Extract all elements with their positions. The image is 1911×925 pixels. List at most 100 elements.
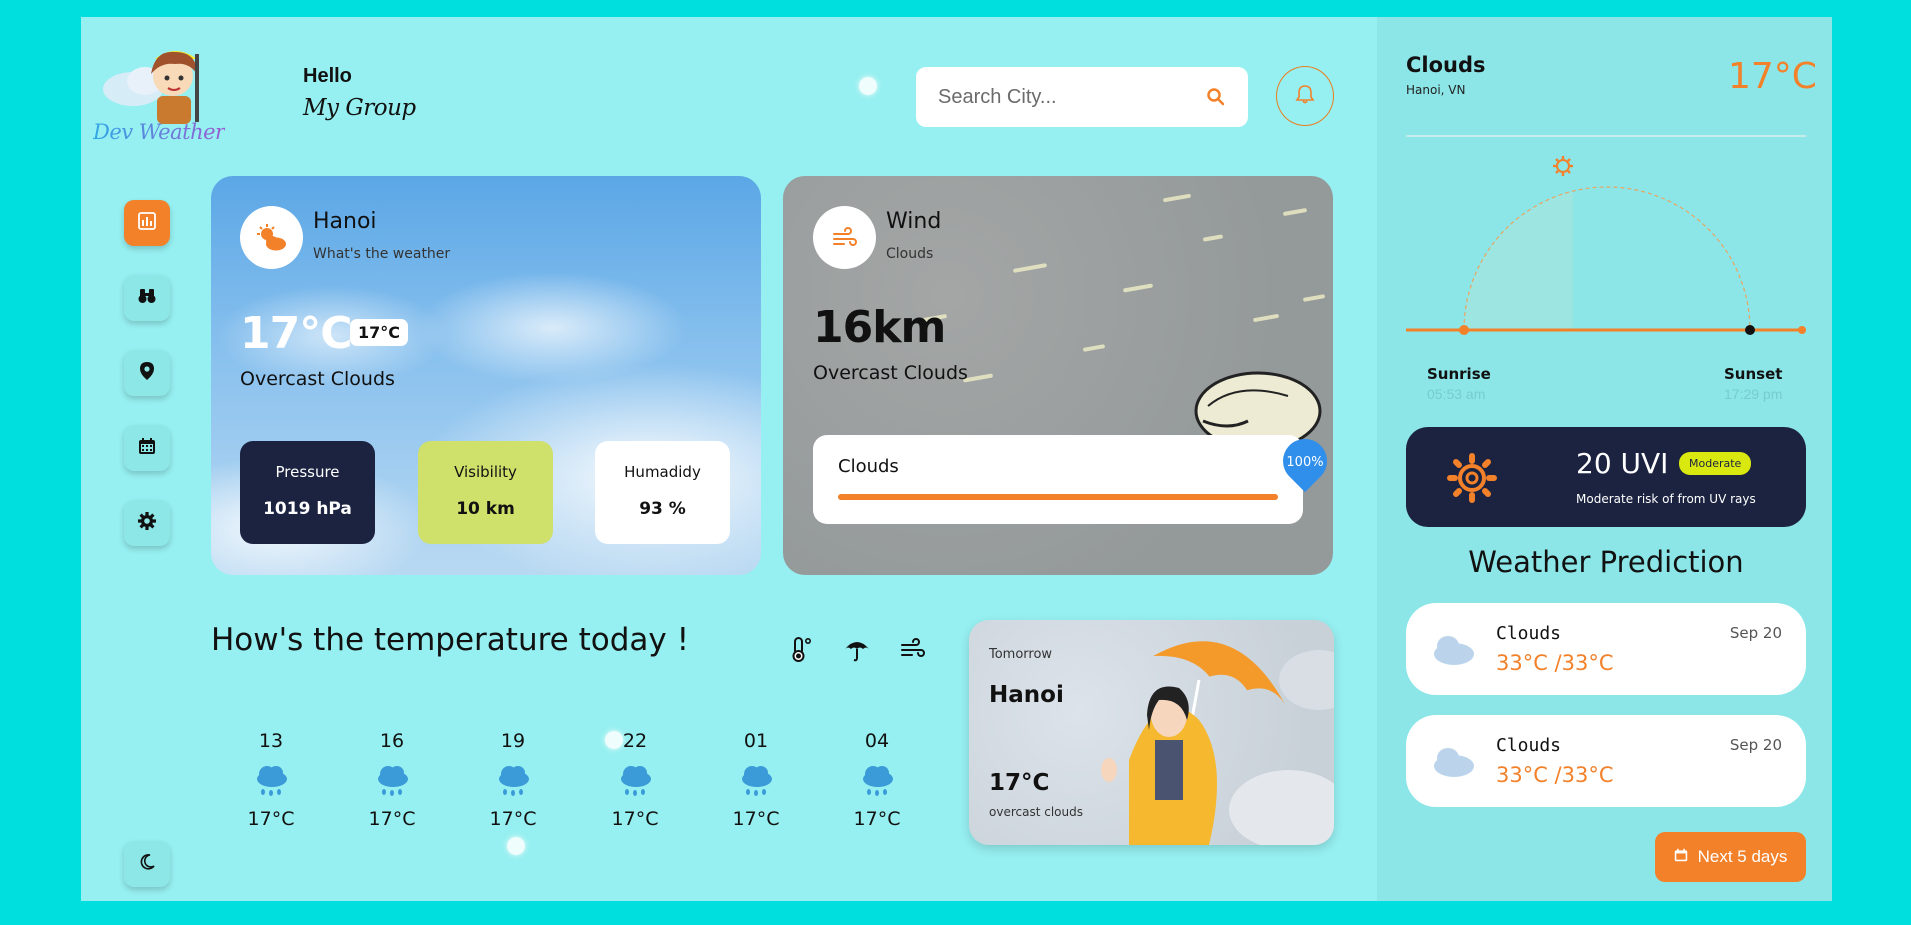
panel-location: Hanoi, VN [1406,83,1466,97]
location-pin-icon [138,361,156,385]
humidity-stat: Humadidy 93 % [595,441,730,544]
panel-condition: Clouds [1406,53,1486,77]
panel-temp: 17°C [1728,56,1817,97]
uv-description: Moderate risk of from UV rays [1576,492,1756,506]
rain-cloud-icon [493,762,533,802]
gear-icon [137,511,157,535]
sun-icon [1553,156,1573,176]
prediction-title: Weather Prediction [1468,545,1744,579]
umbrella-icon[interactable] [843,635,871,663]
thermometer-icon[interactable] [787,635,815,663]
sidebar-item-location[interactable] [124,350,170,396]
wind-speed: 16km [813,302,946,353]
wind-mode-icon[interactable] [899,635,927,663]
stat-label: Humadidy [624,463,701,481]
stat-label: Visibility [454,463,517,481]
sunset-time: 17:29 pm [1724,386,1783,402]
prediction-condition: Clouds [1496,735,1562,756]
stat-label: Pressure [275,463,340,481]
bar-chart-icon [137,211,157,235]
wind-streak [1162,193,1192,203]
search-input[interactable] [938,85,1206,109]
rain-cloud-icon [372,762,412,802]
current-temp: 17°C [240,308,353,359]
rain-cloud-icon [857,762,897,802]
wind-icon [813,206,876,269]
wind-title: Wind [886,209,942,234]
sun-path-chart [1406,156,1806,335]
stat-value: 1019 hPa [263,499,352,519]
hour-temp: 17°C [611,808,659,830]
rain-cloud-icon [736,762,776,802]
hourly-item: 01 17°C [726,730,786,830]
tomorrow-temp: 17°C [989,770,1050,796]
card-subtitle: What's the weather [313,246,451,262]
hour-label: 16 [379,730,405,752]
temp-badge: 17°C [350,319,409,346]
hour-temp: 17°C [732,808,780,830]
hourly-item: 19 17°C [483,730,543,830]
wind-streak [1252,313,1280,323]
sidebar-item-calendar[interactable] [124,425,170,471]
stat-value: 10 km [456,499,515,519]
next-5-days-button[interactable]: Next 5 days [1655,832,1806,882]
wind-streak [1202,234,1224,242]
sunrise-time: 05:53 am [1427,386,1486,402]
hour-temp: 17°C [368,808,416,830]
pressure-stat: Pressure 1019 hPa [240,441,375,544]
horizon-end-marker [1798,326,1806,334]
hour-temp: 17°C [247,808,295,830]
city-name: Hanoi [313,209,377,234]
current-weather-card: Hanoi What's the weather 17°C 17°C Overc… [211,176,761,575]
sunset-marker [1745,325,1755,335]
wind-description: Overcast Clouds [813,362,968,384]
greeting-group: My Group [303,95,416,121]
hourly-item: 22 17°C [605,730,665,830]
daylight-elapsed-area [1464,191,1573,330]
tomorrow-desc: overcast clouds [989,805,1083,819]
visibility-stat: Visibility 10 km [418,441,553,544]
binoculars-icon [137,286,157,310]
calendar-icon [138,437,156,459]
wind-streak [1082,344,1106,352]
hour-temp: 17°C [853,808,901,830]
wind-streak [1122,283,1154,293]
hour-label: 04 [864,730,890,752]
sunrise-marker [1459,325,1469,335]
hour-temp: 17°C [489,808,537,830]
uv-value: 20 UVI [1576,447,1669,480]
theme-toggle[interactable] [124,841,170,887]
tomorrow-card[interactable]: Tomorrow Hanoi 17°C overcast clouds [969,620,1334,845]
wind-subtitle: Clouds [886,246,934,262]
calendar-icon [1674,847,1688,867]
sidebar-item-explore[interactable] [124,275,170,321]
wind-streak [1282,207,1308,217]
divider [1406,135,1806,137]
hourly-item: 13 17°C [241,730,301,830]
weather-description: Overcast Clouds [240,368,395,390]
sunset-label: Sunset [1724,365,1783,383]
tomorrow-label: Tomorrow [989,647,1053,662]
prediction-range: 33°C /33°C [1496,651,1614,675]
hour-label: 19 [500,730,526,752]
prediction-condition: Clouds [1496,623,1562,644]
clouds-progress-fill [838,494,1278,500]
hour-label: 22 [622,730,648,752]
sidebar-item-settings[interactable] [124,500,170,546]
notification-button[interactable] [1276,66,1334,126]
prediction-item[interactable]: Clouds Sep 20 33°C /33°C [1406,603,1806,695]
prediction-item[interactable]: Clouds Sep 20 33°C /33°C [1406,715,1806,807]
prediction-date: Sep 20 [1729,624,1782,642]
greeting-hello: Hello [303,65,352,87]
wind-streak [1012,263,1048,273]
search-icon[interactable] [1206,87,1226,107]
sidebar-item-dashboard[interactable] [124,200,170,246]
sun-icon [1446,452,1498,508]
rain-cloud-icon [251,762,291,802]
partly-cloudy-icon [240,206,303,269]
search-box[interactable] [916,67,1248,127]
cloud-icon [1428,628,1476,668]
stat-value: 93 % [639,499,686,519]
clouds-progress-track [838,494,1278,500]
clouds-progress-card: Clouds 100% [813,429,1333,524]
